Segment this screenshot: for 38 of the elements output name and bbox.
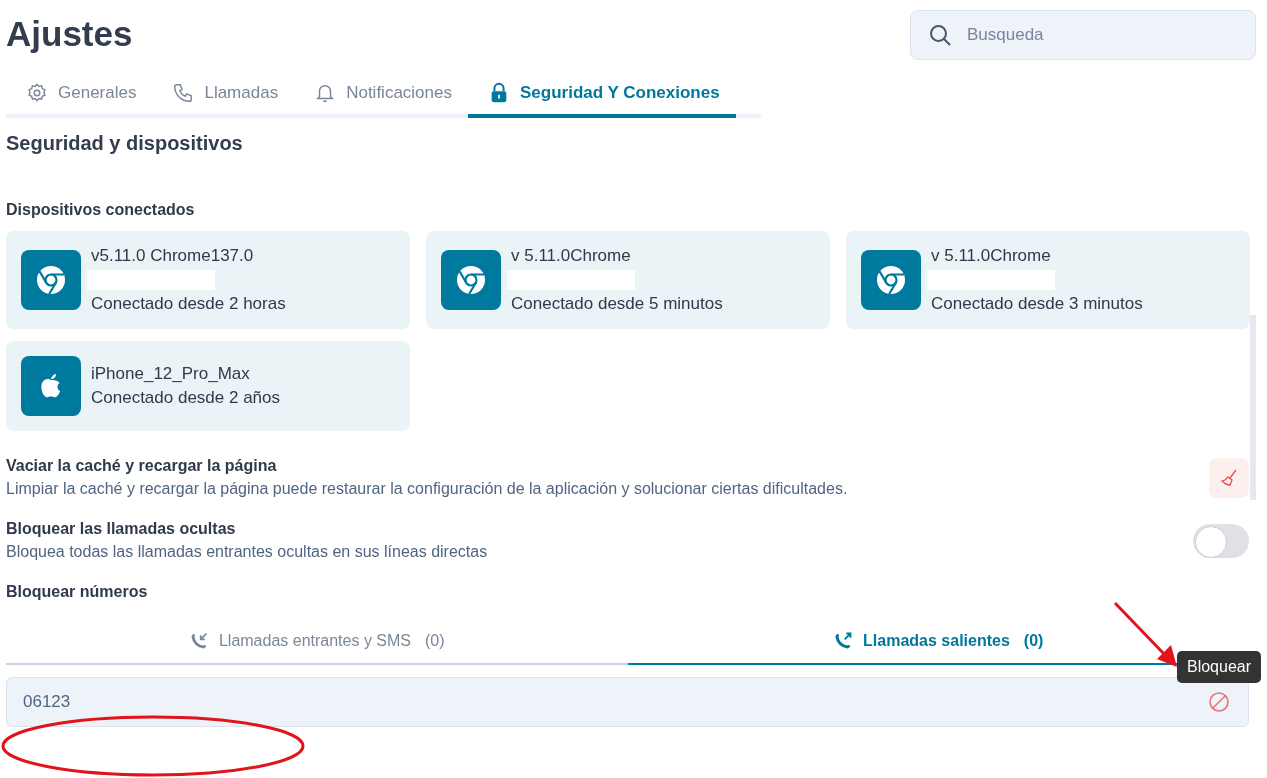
browser-icon (21, 250, 81, 310)
scrollbar[interactable] (1250, 315, 1256, 500)
block-icon[interactable] (1208, 691, 1230, 713)
device-status: Conectado desde 5 minutos (511, 294, 723, 314)
outgoing-call-icon (833, 631, 854, 651)
device-name: v5.11.0 Chrome137.0 (91, 246, 255, 266)
settings-tab[interactable]: Llamadas (152, 74, 295, 118)
setting-description: Limpiar la caché y recargar la página puede restaurar la configuración de la aplicación y solucionar ciertas dificultades. (6, 480, 848, 498)
call-list-tab[interactable]: Llamadas entrantes y SMS (0) (6, 621, 628, 665)
device-name: v 5.11.0Chrome (931, 246, 1052, 266)
tooltip: Bloquear (1177, 651, 1261, 683)
phone-number: 06123 (23, 692, 71, 712)
clear-cache-button[interactable] (1209, 457, 1249, 498)
device-name: v 5.11.0Chrome (511, 246, 632, 266)
phone-icon (172, 82, 195, 104)
search-icon (928, 23, 952, 47)
browser-icon (441, 250, 501, 310)
toggle-switch[interactable] (1193, 523, 1249, 558)
block-numbers-heading: Bloquear números (6, 583, 149, 601)
apple-icon (21, 356, 81, 416)
device-status: Conectado desde 3 minutos (931, 294, 1143, 314)
setting-title: Bloquear las llamadas ocultas (6, 520, 237, 538)
section-title: Seguridad y dispositivos (6, 132, 244, 155)
search-field[interactable]: Busqueda (910, 10, 1256, 60)
settings-tab[interactable]: Notificaciones (294, 74, 468, 118)
device-status: Conectado desde 2 años (91, 388, 281, 408)
setting-description: Bloquea todas las llamadas entrantes ocultas en sus líneas directas (6, 543, 488, 561)
page-title: Ajustes (6, 14, 133, 54)
settings-tab[interactable]: Generales (6, 74, 153, 118)
broom-icon (1219, 467, 1239, 488)
devices-heading: Dispositivos conectados (6, 201, 196, 219)
annotation-arrow (1113, 601, 1179, 669)
setting-title: Vaciar la caché y recargar la página (6, 457, 278, 475)
browser-icon (861, 250, 921, 310)
settings-tab[interactable]: Seguridad Y Conexiones (468, 74, 736, 118)
gear-icon (26, 82, 48, 104)
device-status: Conectado desde 2 horas (91, 294, 286, 314)
device-name: iPhone_12_Pro_Max (91, 364, 251, 384)
